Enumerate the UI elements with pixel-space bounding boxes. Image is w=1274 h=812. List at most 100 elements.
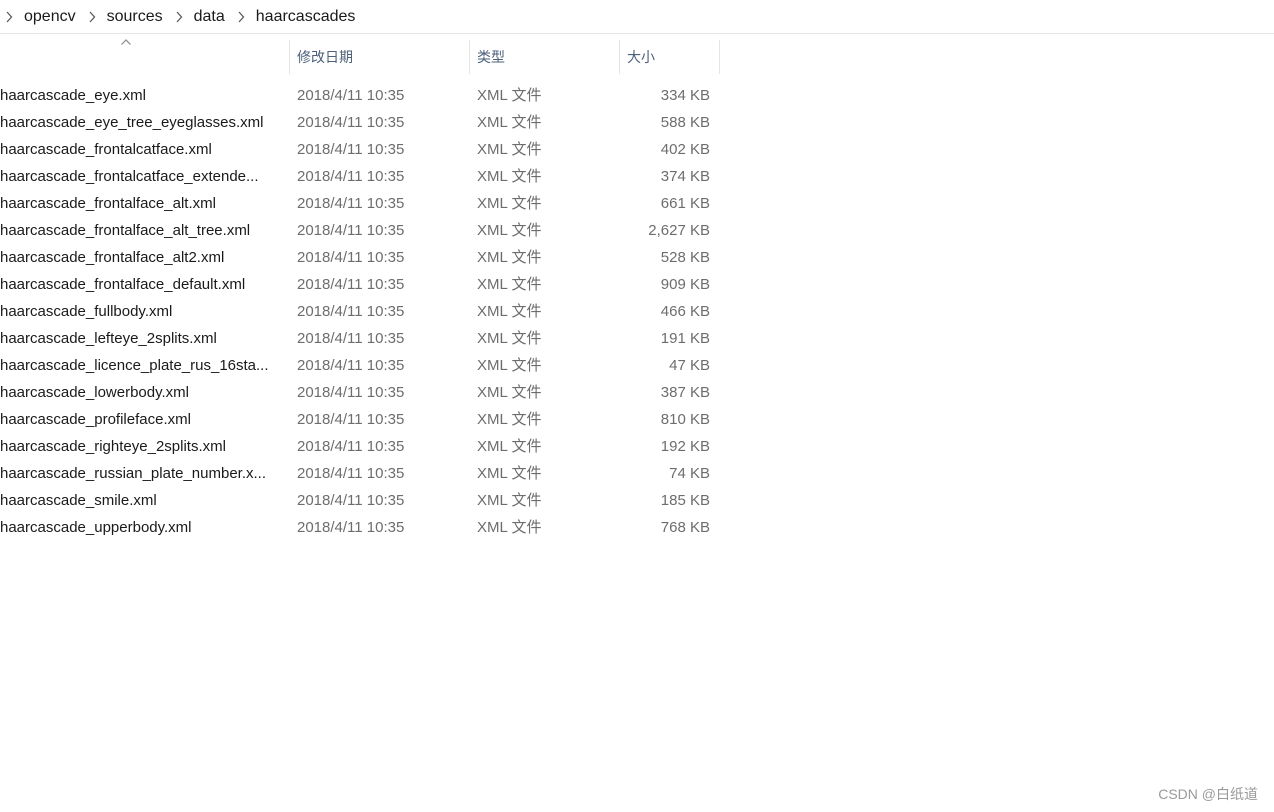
chevron-right-icon[interactable] — [232, 11, 250, 23]
file-type: XML 文件 — [477, 276, 542, 293]
file-size: 909 KB — [660, 276, 710, 293]
file-name: haarcascade_profileface.xml — [0, 411, 191, 428]
file-date: 2018/4/11 10:35 — [297, 330, 405, 347]
file-row[interactable]: haarcascade_fullbody.xml 2018/4/11 10:35… — [0, 298, 720, 325]
file-type: XML 文件 — [477, 519, 542, 536]
file-row[interactable]: haarcascade_frontalface_alt.xml 2018/4/1… — [0, 190, 720, 217]
file-type: XML 文件 — [477, 195, 542, 212]
file-type: XML 文件 — [477, 492, 542, 509]
file-row[interactable]: haarcascade_frontalface_default.xml 2018… — [0, 271, 720, 298]
file-type: XML 文件 — [477, 141, 542, 158]
file-type: XML 文件 — [477, 114, 542, 131]
watermark: CSDN @白纸道 — [1158, 786, 1258, 802]
file-date: 2018/4/11 10:35 — [297, 276, 405, 293]
file-type: XML 文件 — [477, 357, 542, 374]
column-header-date[interactable]: 修改日期 — [290, 40, 470, 74]
file-list: haarcascade_eye.xml 2018/4/11 10:35 XML … — [0, 82, 720, 541]
file-name: haarcascade_eye_tree_eyeglasses.xml — [0, 114, 264, 131]
file-date: 2018/4/11 10:35 — [297, 141, 405, 158]
file-date: 2018/4/11 10:35 — [297, 492, 405, 509]
file-type: XML 文件 — [477, 222, 542, 239]
file-size: 661 KB — [660, 195, 710, 212]
file-row[interactable]: haarcascade_lowerbody.xml 2018/4/11 10:3… — [0, 379, 720, 406]
file-name: haarcascade_frontalcatface.xml — [0, 141, 212, 158]
column-header-type[interactable]: 类型 — [470, 40, 620, 74]
file-type: XML 文件 — [477, 330, 542, 347]
file-size: 528 KB — [660, 249, 710, 266]
file-name: haarcascade_smile.xml — [0, 492, 157, 509]
file-name: haarcascade_eye.xml — [0, 87, 146, 104]
file-type: XML 文件 — [477, 411, 542, 428]
breadcrumb-item-haarcascades[interactable]: haarcascades — [250, 8, 363, 26]
file-date: 2018/4/11 10:35 — [297, 249, 405, 266]
file-size: 466 KB — [660, 303, 710, 320]
file-name: haarcascade_frontalface_default.xml — [0, 276, 246, 293]
file-row[interactable]: haarcascade_profileface.xml 2018/4/11 10… — [0, 406, 720, 433]
file-type: XML 文件 — [477, 303, 542, 320]
file-type: XML 文件 — [477, 87, 542, 104]
file-row[interactable]: haarcascade_lefteye_2splits.xml 2018/4/1… — [0, 325, 720, 352]
breadcrumb-item-sources[interactable]: sources — [101, 8, 170, 26]
file-name: haarcascade_frontalcatface_extende... — [0, 168, 259, 185]
file-date: 2018/4/11 10:35 — [297, 357, 405, 374]
file-name: haarcascade_lowerbody.xml — [0, 384, 189, 401]
file-row[interactable]: haarcascade_frontalface_alt2.xml 2018/4/… — [0, 244, 720, 271]
file-size: 374 KB — [660, 168, 710, 185]
file-date: 2018/4/11 10:35 — [297, 465, 405, 482]
file-date: 2018/4/11 10:35 — [297, 438, 405, 455]
file-date: 2018/4/11 10:35 — [297, 411, 405, 428]
file-size: 588 KB — [660, 114, 710, 131]
chevron-right-icon[interactable] — [0, 11, 18, 23]
chevron-right-icon[interactable] — [83, 11, 101, 23]
file-name: haarcascade_licence_plate_rus_16sta... — [0, 357, 269, 374]
file-date: 2018/4/11 10:35 — [297, 168, 405, 185]
column-header-type-label: 类型 — [477, 49, 505, 65]
file-date: 2018/4/11 10:35 — [297, 195, 405, 212]
file-date: 2018/4/11 10:35 — [297, 114, 405, 131]
file-size: 810 KB — [660, 411, 710, 428]
column-header-name[interactable] — [0, 40, 290, 74]
file-size: 768 KB — [660, 519, 710, 536]
file-size: 47 KB — [669, 357, 710, 374]
file-explorer-window: opencv sources data haarcascades 修改日期 类型… — [0, 0, 1274, 812]
file-row[interactable]: haarcascade_frontalcatface.xml 2018/4/11… — [0, 136, 720, 163]
chevron-right-icon[interactable] — [170, 11, 188, 23]
file-name: haarcascade_frontalface_alt2.xml — [0, 249, 225, 266]
file-size: 192 KB — [660, 438, 710, 455]
file-type: XML 文件 — [477, 438, 542, 455]
file-size: 185 KB — [660, 492, 710, 509]
file-name: haarcascade_lefteye_2splits.xml — [0, 330, 217, 347]
file-row[interactable]: haarcascade_russian_plate_number.x... 20… — [0, 460, 720, 487]
file-size: 387 KB — [660, 384, 710, 401]
file-date: 2018/4/11 10:35 — [297, 519, 405, 536]
file-date: 2018/4/11 10:35 — [297, 222, 405, 239]
file-name: haarcascade_fullbody.xml — [0, 303, 173, 320]
file-row[interactable]: haarcascade_licence_plate_rus_16sta... 2… — [0, 352, 720, 379]
file-row[interactable]: haarcascade_eye.xml 2018/4/11 10:35 XML … — [0, 82, 720, 109]
file-date: 2018/4/11 10:35 — [297, 303, 405, 320]
file-row[interactable]: haarcascade_righteye_2splits.xml 2018/4/… — [0, 433, 720, 460]
breadcrumb-item-data[interactable]: data — [188, 8, 232, 26]
file-date: 2018/4/11 10:35 — [297, 87, 405, 104]
file-name: haarcascade_upperbody.xml — [0, 519, 192, 536]
file-row[interactable]: haarcascade_eye_tree_eyeglasses.xml 2018… — [0, 109, 720, 136]
file-size: 191 KB — [660, 330, 710, 347]
file-row[interactable]: haarcascade_frontalface_alt_tree.xml 201… — [0, 217, 720, 244]
file-name: haarcascade_russian_plate_number.x... — [0, 465, 267, 482]
file-row[interactable]: haarcascade_frontalcatface_extende... 20… — [0, 163, 720, 190]
column-header-size[interactable]: 大小 — [620, 40, 720, 74]
breadcrumb-item-opencv[interactable]: opencv — [18, 8, 83, 26]
file-name: haarcascade_frontalface_alt_tree.xml — [0, 222, 251, 239]
file-row[interactable]: haarcascade_smile.xml 2018/4/11 10:35 XM… — [0, 487, 720, 514]
file-type: XML 文件 — [477, 249, 542, 266]
file-size: 2,627 KB — [648, 222, 710, 239]
file-size: 334 KB — [660, 87, 710, 104]
file-type: XML 文件 — [477, 465, 542, 482]
column-header-size-label: 大小 — [627, 49, 655, 65]
file-row[interactable]: haarcascade_upperbody.xml 2018/4/11 10:3… — [0, 514, 720, 541]
file-date: 2018/4/11 10:35 — [297, 384, 405, 401]
file-size: 402 KB — [660, 141, 710, 158]
file-name: haarcascade_frontalface_alt.xml — [0, 195, 216, 212]
file-name: haarcascade_righteye_2splits.xml — [0, 438, 226, 455]
column-divider[interactable] — [719, 40, 720, 74]
